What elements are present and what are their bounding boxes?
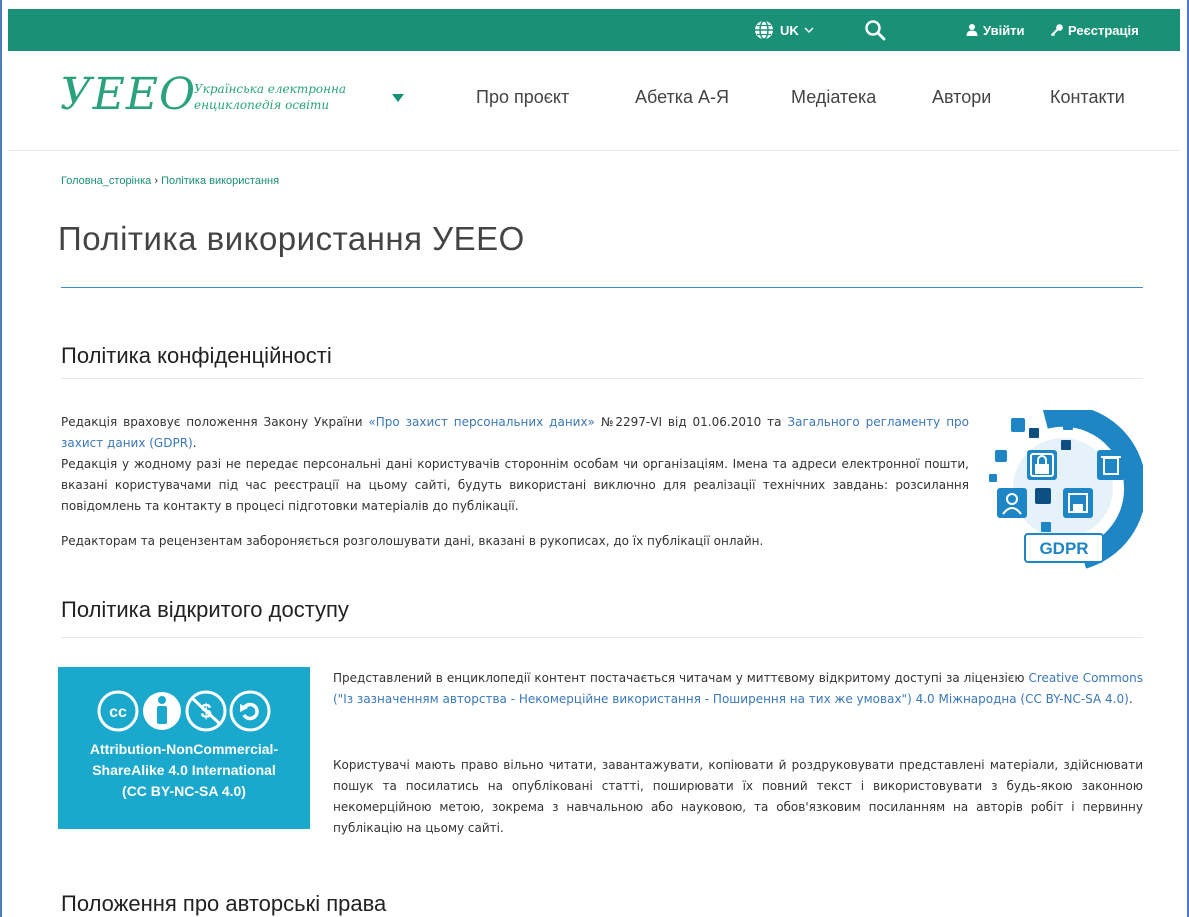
- svg-text:cc: cc: [109, 704, 127, 721]
- logo-caption-line1: Українська електронна: [194, 82, 347, 96]
- nav-media[interactable]: Медіатека: [791, 87, 876, 108]
- cc-line-2: ShareAlike 4.0 International: [92, 762, 276, 778]
- open-access-p1-text-a: Представлений в енциклопедії контент пос…: [333, 671, 1029, 685]
- logo-caption-line2: енциклопедія освіти: [194, 98, 330, 112]
- cc-icon: cc: [97, 690, 139, 732]
- open-access-paragraph-2: Користувачі мають право вільно читати, з…: [333, 758, 1143, 835]
- by-icon: [143, 692, 181, 730]
- dropdown-triangle-icon[interactable]: [391, 93, 405, 103]
- cc-license-badge[interactable]: cc $ Attribution-NonCommercial- ShareAli…: [58, 667, 310, 829]
- privacy-heading: Політика конфіденційності: [61, 343, 332, 368]
- breadcrumb-home[interactable]: Головна_сторінка: [61, 175, 151, 187]
- open-access-divider: [61, 637, 1143, 638]
- page-title: Політика використання УЕЕО: [58, 220, 525, 257]
- privacy-divider: [61, 378, 1143, 379]
- chevron-down-icon: [804, 27, 814, 33]
- nav-alphabet[interactable]: Абетка А-Я: [635, 87, 729, 108]
- register-link[interactable]: Реєстрація: [1050, 9, 1139, 51]
- search-icon: [865, 20, 886, 41]
- login-label: Увійти: [983, 22, 1025, 38]
- privacy-paragraph-1: Редакція враховує положення Закону Украї…: [61, 412, 969, 454]
- login-link[interactable]: Увійти: [965, 9, 1025, 51]
- privacy-p1-text-a: Редакція враховує положення Закону Украї…: [61, 415, 369, 429]
- open-access-p1-text-c: .: [1128, 692, 1133, 706]
- user-icon: [966, 24, 978, 36]
- breadcrumb-current: Політика використання: [161, 175, 280, 187]
- law-link[interactable]: «Про захист персональних даних»: [368, 415, 594, 429]
- cc-license-text: Attribution-NonCommercial- ShareAlike 4.…: [58, 739, 310, 802]
- globe-icon: [755, 20, 773, 40]
- title-divider: [61, 287, 1143, 288]
- language-selector[interactable]: UK: [754, 9, 814, 51]
- nc-icon: $: [185, 690, 227, 732]
- nav-authors[interactable]: Автори: [932, 87, 991, 108]
- breadcrumb-separator: ›: [154, 175, 158, 187]
- logo-caption[interactable]: Українська електронна енциклопедія освіт…: [194, 81, 346, 113]
- search-button[interactable]: [864, 9, 890, 51]
- language-label: UK: [780, 22, 799, 38]
- key-icon: [1050, 24, 1063, 37]
- gdpr-illustration: GDPR: [989, 410, 1143, 569]
- sa-icon: [229, 690, 271, 732]
- cc-line-3: (CC BY-NC-SA 4.0): [122, 783, 246, 799]
- privacy-p1-text-c: .: [192, 436, 197, 450]
- privacy-paragraph-3: Редакторам та рецензентам забороняється …: [61, 534, 764, 548]
- privacy-p1-text-b: №2297-VI від 01.06.2010 та: [594, 415, 788, 429]
- nav-about[interactable]: Про проєкт: [476, 87, 569, 108]
- copyright-heading: Положення про авторські права: [61, 891, 387, 916]
- cc-line-1: Attribution-NonCommercial-: [89, 741, 279, 757]
- logo-mark[interactable]: УЕЕО: [60, 69, 196, 120]
- top-bar: UK Увійти Реєстрація: [8, 9, 1180, 51]
- gdpr-label: GDPR: [1039, 539, 1088, 558]
- register-label: Реєстрація: [1068, 22, 1139, 38]
- open-access-paragraph-1: Представлений в енциклопедії контент пос…: [333, 668, 1143, 710]
- nav-contacts[interactable]: Контакти: [1050, 87, 1125, 108]
- site-header: УЕЕО Українська електронна енциклопедія …: [8, 51, 1180, 151]
- cc-icons-row: cc $: [97, 690, 271, 732]
- privacy-paragraph-2: Редакція у жодному разі не передає персо…: [61, 457, 969, 513]
- open-access-heading: Політика відкритого доступу: [61, 597, 349, 622]
- breadcrumb: Головна_сторінка › Політика використання: [61, 175, 279, 187]
